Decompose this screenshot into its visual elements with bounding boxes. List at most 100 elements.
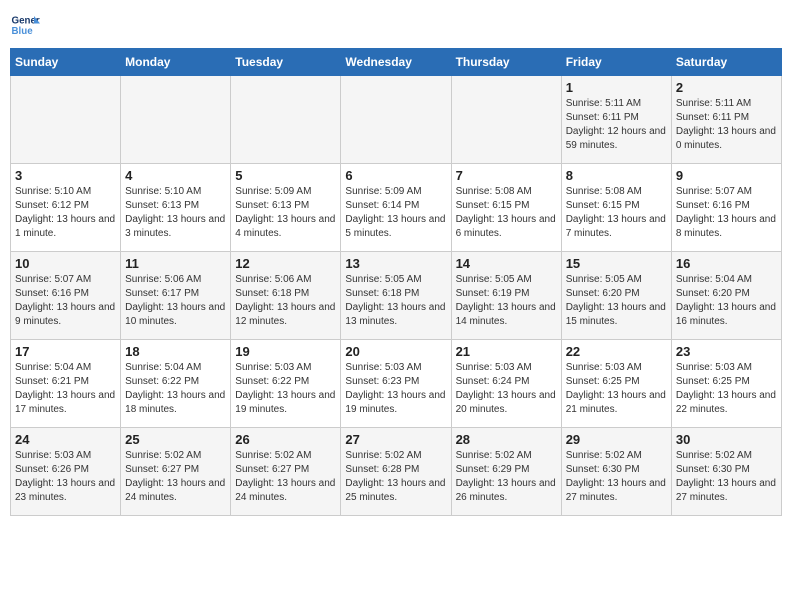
- calendar-cell: 3Sunrise: 5:10 AM Sunset: 6:12 PM Daylig…: [11, 164, 121, 252]
- day-number: 14: [456, 256, 557, 271]
- day-number: 15: [566, 256, 667, 271]
- page-header: General Blue: [10, 10, 782, 40]
- calendar-cell: 21 Sunrise: 5:03 AM Sunset: 6:24 PM Dayli…: [451, 340, 561, 428]
- day-info: Sunrise: 5:11 AM Sunset: 6:11 PM Dayligh…: [566, 97, 667, 153]
- calendar-cell: 4 Sunrise: 5:10 AM Sunset: 6:13 PM Daylig…: [121, 164, 231, 252]
- day-number: 30: [676, 432, 777, 447]
- calendar-cell: 9 Sunrise: 5:07 AM Sunset: 6:16 PM Daylig…: [671, 164, 781, 252]
- calendar-cell: 25Sunrise: 5:02 AM Sunset: 6:27 PM Dayli…: [121, 428, 231, 516]
- day-number: 3: [15, 168, 116, 183]
- calendar-cell: 26 Sunrise: 5:02 AM Sunset: 6:27 PM Dayli…: [231, 428, 341, 516]
- col-header-thursday: Thursday: [451, 49, 561, 76]
- calendar-cell: 15 Sunrise: 5:05 AM Sunset: 6:20 PM Dayli…: [561, 252, 671, 340]
- day-number: 22: [566, 344, 667, 359]
- calendar-cell: 11 Sunrise: 5:06 AM Sunset: 6:17 PM Dayli…: [121, 252, 231, 340]
- calendar-table: SundayMondayTuesdayWednesdayThursdayFrid…: [10, 48, 782, 516]
- day-info: Sunrise: 5:02 AM Sunset: 6:27 PM Dayligh…: [235, 449, 336, 505]
- day-number: 21: [456, 344, 557, 359]
- day-number: 6: [345, 168, 446, 183]
- logo-icon: General Blue: [10, 10, 40, 40]
- day-number: 1: [566, 80, 667, 95]
- day-number: 18: [125, 344, 226, 359]
- day-info: Sunrise: 5:03 AM Sunset: 6:26 PM Dayligh…: [15, 449, 116, 505]
- calendar-cell: 22 Sunrise: 5:03 AM Sunset: 6:25 PM Dayli…: [561, 340, 671, 428]
- calendar-cell: 29 Sunrise: 5:02 AM Sunset: 6:30 PM Dayli…: [561, 428, 671, 516]
- day-number: 17: [15, 344, 116, 359]
- day-number: 28: [456, 432, 557, 447]
- day-info: Sunrise: 5:04 AM Sunset: 6:21 PM Dayligh…: [15, 361, 116, 417]
- day-info: Sunrise: 5:04 AM Sunset: 6:20 PM Dayligh…: [676, 273, 777, 329]
- calendar-cell: 17 Sunrise: 5:04 AM Sunset: 6:21 PM Dayli…: [11, 340, 121, 428]
- calendar-cell: 27 Sunrise: 5:02 AM Sunset: 6:28 PM Dayli…: [341, 428, 451, 516]
- col-header-tuesday: Tuesday: [231, 49, 341, 76]
- calendar-cell: 23Sunrise: 5:03 AM Sunset: 6:25 PM Dayli…: [671, 340, 781, 428]
- day-number: 4: [125, 168, 226, 183]
- calendar-cell: 20 Sunrise: 5:03 AM Sunset: 6:23 PM Dayli…: [341, 340, 451, 428]
- calendar-cell: [451, 76, 561, 164]
- svg-text:Blue: Blue: [12, 26, 34, 37]
- calendar-cell: 2 Sunrise: 5:11 AM Sunset: 6:11 PM Daylig…: [671, 76, 781, 164]
- day-number: 5: [235, 168, 336, 183]
- day-number: 11: [125, 256, 226, 271]
- day-number: 24: [15, 432, 116, 447]
- day-info: Sunrise: 5:07 AM Sunset: 6:16 PM Dayligh…: [676, 185, 777, 241]
- day-info: Sunrise: 5:03 AM Sunset: 6:25 PM Dayligh…: [566, 361, 667, 417]
- day-number: 9: [676, 168, 777, 183]
- day-info: Sunrise: 5:02 AM Sunset: 6:28 PM Dayligh…: [345, 449, 446, 505]
- day-info: Sunrise: 5:05 AM Sunset: 6:18 PM Dayligh…: [345, 273, 446, 329]
- day-info: Sunrise: 5:05 AM Sunset: 6:20 PM Dayligh…: [566, 273, 667, 329]
- calendar-cell: [341, 76, 451, 164]
- calendar-cell: [11, 76, 121, 164]
- calendar-cell: [231, 76, 341, 164]
- day-number: 10: [15, 256, 116, 271]
- col-header-monday: Monday: [121, 49, 231, 76]
- day-number: 26: [235, 432, 336, 447]
- day-info: Sunrise: 5:03 AM Sunset: 6:23 PM Dayligh…: [345, 361, 446, 417]
- day-number: 29: [566, 432, 667, 447]
- day-info: Sunrise: 5:06 AM Sunset: 6:17 PM Dayligh…: [125, 273, 226, 329]
- day-info: Sunrise: 5:02 AM Sunset: 6:30 PM Dayligh…: [566, 449, 667, 505]
- day-info: Sunrise: 5:11 AM Sunset: 6:11 PM Dayligh…: [676, 97, 777, 153]
- calendar-cell: 28 Sunrise: 5:02 AM Sunset: 6:29 PM Dayli…: [451, 428, 561, 516]
- calendar-cell: 16Sunrise: 5:04 AM Sunset: 6:20 PM Dayli…: [671, 252, 781, 340]
- day-info: Sunrise: 5:03 AM Sunset: 6:25 PM Dayligh…: [676, 361, 777, 417]
- day-info: Sunrise: 5:04 AM Sunset: 6:22 PM Dayligh…: [125, 361, 226, 417]
- calendar-cell: 14 Sunrise: 5:05 AM Sunset: 6:19 PM Dayli…: [451, 252, 561, 340]
- day-info: Sunrise: 5:02 AM Sunset: 6:30 PM Dayligh…: [676, 449, 777, 505]
- col-header-friday: Friday: [561, 49, 671, 76]
- calendar-cell: 6 Sunrise: 5:09 AM Sunset: 6:14 PM Daylig…: [341, 164, 451, 252]
- day-info: Sunrise: 5:09 AM Sunset: 6:13 PM Dayligh…: [235, 185, 336, 241]
- day-info: Sunrise: 5:07 AM Sunset: 6:16 PM Dayligh…: [15, 273, 116, 329]
- day-info: Sunrise: 5:06 AM Sunset: 6:18 PM Dayligh…: [235, 273, 336, 329]
- day-number: 7: [456, 168, 557, 183]
- calendar-cell: 18 Sunrise: 5:04 AM Sunset: 6:22 PM Dayli…: [121, 340, 231, 428]
- calendar-cell: 1 Sunrise: 5:11 AM Sunset: 6:11 PM Daylig…: [561, 76, 671, 164]
- day-info: Sunrise: 5:02 AM Sunset: 6:29 PM Dayligh…: [456, 449, 557, 505]
- col-header-saturday: Saturday: [671, 49, 781, 76]
- calendar-cell: 10 Sunrise: 5:07 AM Sunset: 6:16 PM Dayli…: [11, 252, 121, 340]
- day-info: Sunrise: 5:05 AM Sunset: 6:19 PM Dayligh…: [456, 273, 557, 329]
- day-number: 27: [345, 432, 446, 447]
- day-number: 2: [676, 80, 777, 95]
- day-number: 8: [566, 168, 667, 183]
- calendar-cell: 8 Sunrise: 5:08 AM Sunset: 6:15 PM Daylig…: [561, 164, 671, 252]
- col-header-wednesday: Wednesday: [341, 49, 451, 76]
- col-header-sunday: Sunday: [11, 49, 121, 76]
- logo: General Blue: [10, 10, 40, 40]
- day-number: 12: [235, 256, 336, 271]
- day-info: Sunrise: 5:08 AM Sunset: 6:15 PM Dayligh…: [456, 185, 557, 241]
- day-info: Sunrise: 5:09 AM Sunset: 6:14 PM Dayligh…: [345, 185, 446, 241]
- calendar-cell: 5 Sunrise: 5:09 AM Sunset: 6:13 PM Daylig…: [231, 164, 341, 252]
- calendar-cell: 12 Sunrise: 5:06 AM Sunset: 6:18 PM Dayli…: [231, 252, 341, 340]
- calendar-cell: 19Sunrise: 5:03 AM Sunset: 6:22 PM Dayli…: [231, 340, 341, 428]
- calendar-cell: 13Sunrise: 5:05 AM Sunset: 6:18 PM Dayli…: [341, 252, 451, 340]
- calendar-cell: [121, 76, 231, 164]
- day-info: Sunrise: 5:03 AM Sunset: 6:24 PM Dayligh…: [456, 361, 557, 417]
- day-info: Sunrise: 5:03 AM Sunset: 6:22 PM Dayligh…: [235, 361, 336, 417]
- day-info: Sunrise: 5:08 AM Sunset: 6:15 PM Dayligh…: [566, 185, 667, 241]
- day-info: Sunrise: 5:10 AM Sunset: 6:13 PM Dayligh…: [125, 185, 226, 241]
- calendar-cell: 24 Sunrise: 5:03 AM Sunset: 6:26 PM Dayli…: [11, 428, 121, 516]
- day-number: 25: [125, 432, 226, 447]
- calendar-cell: 7 Sunrise: 5:08 AM Sunset: 6:15 PM Daylig…: [451, 164, 561, 252]
- day-number: 20: [345, 344, 446, 359]
